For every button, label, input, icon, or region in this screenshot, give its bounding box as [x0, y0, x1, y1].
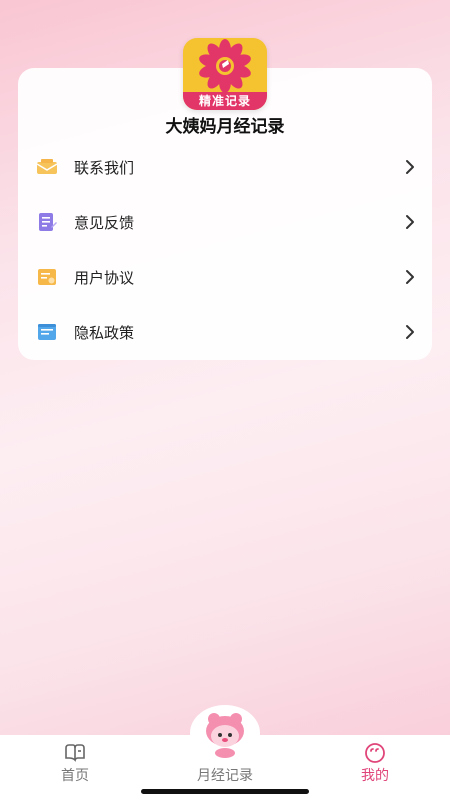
menu-item-privacy-policy[interactable]: 隐私政策 — [18, 308, 432, 356]
tab-label: 首页 — [61, 768, 89, 784]
menu-item-contact-us[interactable]: 联系我们 — [18, 143, 432, 191]
menu-item-label: 联系我们 — [74, 158, 135, 177]
mascot-icon — [206, 713, 244, 758]
mail-icon — [36, 159, 58, 174]
chevron-right-icon — [406, 215, 414, 229]
tab-period-record[interactable]: 月经记录 — [180, 713, 270, 795]
tab-mine[interactable]: 我的 — [340, 735, 410, 795]
profile-tab-icon — [365, 743, 385, 763]
app-title: 大姨妈月经记录 — [165, 117, 285, 137]
menu-item-label: 用户协议 — [74, 268, 135, 287]
agreement-icon — [38, 269, 56, 285]
tab-label: 月经记录 — [197, 768, 253, 784]
chevron-right-icon — [406, 270, 414, 284]
menu-item-user-agreement[interactable]: 用户协议 — [18, 253, 432, 301]
logo-caption: 精准记录 — [183, 92, 267, 110]
chevron-right-icon — [406, 160, 414, 174]
chevron-right-icon — [406, 325, 414, 339]
menu-item-label: 隐私政策 — [74, 323, 135, 342]
home-tab-icon — [65, 744, 85, 762]
app-logo: 精准记录 — [183, 38, 267, 110]
tab-home[interactable]: 首页 — [40, 735, 110, 795]
menu-item-feedback[interactable]: 意见反馈 — [18, 198, 432, 246]
menu-item-label: 意见反馈 — [74, 213, 135, 232]
home-indicator — [141, 789, 309, 794]
privacy-icon — [38, 324, 56, 340]
tab-label: 我的 — [361, 768, 389, 784]
feedback-icon — [39, 213, 57, 231]
